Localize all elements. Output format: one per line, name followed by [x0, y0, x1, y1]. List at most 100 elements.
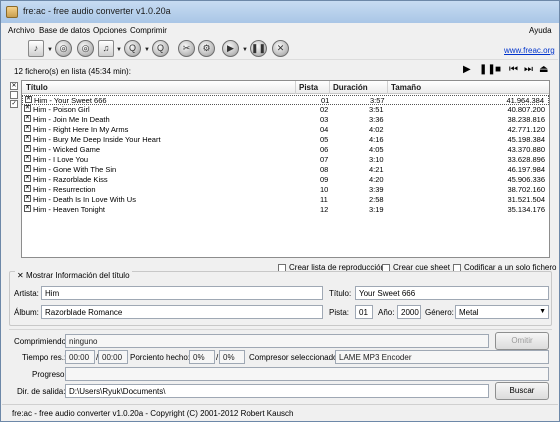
previous-icon[interactable]: ⏮: [509, 64, 518, 75]
table-row[interactable]: ✕ Him - Bury Me Deep Inside Your Heart 05 4…: [22, 135, 549, 145]
remove-icon[interactable]: ◎: [77, 40, 94, 57]
cddb-query-icon[interactable]: Q: [124, 40, 141, 57]
skip-button[interactable]: Omitir: [495, 332, 549, 350]
col-title[interactable]: Título: [26, 83, 48, 92]
table-row[interactable]: ✕ Him - Gone With The Sin 08 4:21 46.197.984: [22, 165, 549, 175]
title-field[interactable]: Your Sweet 666: [355, 286, 549, 300]
row-checkbox[interactable]: ✕: [24, 135, 31, 142]
artist-field[interactable]: Him: [41, 286, 323, 300]
row-size: 45.906.336: [507, 175, 545, 184]
table-row[interactable]: ✕ Him - Razorblade Kiss 09 4:20 45.906.336: [22, 175, 549, 185]
row-duration: 3:57: [370, 96, 385, 105]
title-label: Título:: [329, 289, 352, 298]
compressing-label: Comprimiendo:: [14, 337, 69, 346]
row-checkbox[interactable]: ✕: [24, 195, 31, 202]
table-row[interactable]: ✕ Him - Join Me In Death 03 3:36 38.238.816: [22, 115, 549, 125]
progress-bar: [65, 367, 549, 381]
add-files-icon[interactable]: ♪: [28, 40, 44, 57]
chevron-down-icon[interactable]: ▼: [47, 47, 53, 53]
pause-icon[interactable]: ❚❚: [250, 40, 267, 57]
track-field[interactable]: 01: [355, 305, 373, 319]
genre-label: Género:: [425, 308, 454, 317]
row-checkbox[interactable]: ✕: [24, 155, 31, 162]
table-row[interactable]: ✕ Him - Poison Girl 02 3:51 40.807.200: [22, 105, 549, 115]
menu-ayuda[interactable]: Ayuda: [529, 26, 552, 35]
pause-icon[interactable]: ❚❚: [479, 64, 496, 75]
row-track: 08: [320, 165, 329, 174]
row-title: Him - Razorblade Kiss: [33, 175, 108, 184]
browse-button[interactable]: Buscar: [495, 382, 549, 400]
row-checkbox[interactable]: ✕: [24, 205, 31, 212]
stop-icon[interactable]: ✕: [272, 40, 289, 57]
row-size: 46.197.984: [507, 165, 545, 174]
row-checkbox[interactable]: ✕: [24, 185, 31, 192]
joblist-table[interactable]: Título Pista Duración Tamaño ✕ Him - Your…: [21, 80, 550, 258]
edit-file-icon[interactable]: ♫: [98, 40, 114, 57]
row-size: 41.964.384: [506, 96, 544, 105]
title-info-toggle[interactable]: ✕ Mostrar Información del título: [15, 271, 132, 280]
row-checkbox[interactable]: ✕: [24, 125, 31, 132]
row-checkbox[interactable]: ✕: [24, 175, 31, 182]
row-size: 38.702.160: [507, 185, 545, 194]
col-size[interactable]: Tamaño: [391, 83, 421, 92]
table-row[interactable]: ✕ Him - Your Sweet 666 01 3:57 41.964.384: [22, 95, 549, 105]
stop-icon[interactable]: ■: [495, 64, 501, 75]
row-checkbox[interactable]: ✕: [24, 165, 31, 172]
genre-select[interactable]: Metal ▼: [455, 305, 549, 319]
row-track: 06: [320, 145, 329, 154]
menu-base-de-datos[interactable]: Base de datos: [39, 26, 90, 35]
encoder-label: Compresor seleccionado:: [249, 353, 340, 362]
album-label: Álbum:: [14, 308, 39, 317]
row-title: Him - Bury Me Deep Inside Your Heart: [33, 135, 161, 144]
toggle-selection-checkbox[interactable]: ✓: [10, 100, 18, 108]
menu-comprimir[interactable]: Comprimir: [130, 26, 167, 35]
row-checkbox[interactable]: ✕: [24, 115, 31, 122]
row-title: Him - Gone With The Sin: [33, 165, 117, 174]
table-row[interactable]: ✕ Him - Death Is In Love With Us 11 2:58 31.…: [22, 195, 549, 205]
album-field[interactable]: Razorblade Romance: [41, 305, 323, 319]
row-title: Him - Heaven Tonight: [33, 205, 105, 214]
cd-icon[interactable]: ◎: [55, 40, 72, 57]
play-encode-icon[interactable]: ▶: [222, 40, 239, 57]
compressing-field: ninguno: [65, 334, 489, 348]
output-dir-field[interactable]: D:\Users\Ryuk\Documents\: [65, 384, 489, 398]
row-title: Him - Right Here In My Arms: [33, 125, 129, 134]
app-window: fre:ac - free audio converter v1.0.20a A…: [0, 0, 560, 422]
row-size: 45.198.384: [507, 135, 545, 144]
row-title: Him - Wicked Game: [33, 145, 101, 154]
chevron-down-icon[interactable]: ▼: [116, 47, 122, 53]
gear-icon[interactable]: ⚙: [198, 40, 215, 57]
track-label: Pista:: [329, 308, 350, 317]
table-row[interactable]: ✕ Him - Wicked Game 06 4:05 43.370.880: [22, 145, 549, 155]
select-none-checkbox[interactable]: [10, 91, 18, 99]
chevron-down-icon[interactable]: ▼: [242, 47, 248, 53]
table-row[interactable]: ✕ Him - Heaven Tonight 12 3:19 35.134.176: [22, 205, 549, 215]
row-checkbox[interactable]: ✕: [24, 105, 31, 112]
cddb-submit-icon[interactable]: Q: [152, 40, 169, 57]
table-row[interactable]: ✕ Him - I Love You 07 3:10 33.628.896: [22, 155, 549, 165]
row-duration: 3:36: [369, 115, 384, 124]
eject-icon[interactable]: ⏏: [539, 64, 548, 75]
progress-label: Progreso:: [32, 370, 67, 379]
year-field[interactable]: 2000: [397, 305, 421, 319]
select-all-checkbox[interactable]: ✕: [10, 82, 18, 90]
menu-archivo[interactable]: Archivo: [8, 26, 35, 35]
play-icon[interactable]: ▶: [463, 64, 471, 75]
next-icon[interactable]: ⏭: [524, 64, 533, 75]
row-size: 33.628.896: [507, 155, 545, 164]
row-checkbox[interactable]: ✕: [24, 145, 31, 152]
row-title: Him - Join Me In Death: [33, 115, 110, 124]
tools-icon[interactable]: ✂: [178, 40, 195, 57]
website-link[interactable]: www.freac.org: [504, 46, 555, 55]
menu-opciones[interactable]: Opciones: [93, 26, 127, 35]
col-track[interactable]: Pista: [299, 83, 318, 92]
col-duration[interactable]: Duración: [333, 83, 368, 92]
row-checkbox[interactable]: ✕: [25, 96, 32, 103]
row-duration: 4:05: [369, 145, 384, 154]
table-row[interactable]: ✕ Him - Right Here In My Arms 04 4:02 42.771…: [22, 125, 549, 135]
menu-bar: Archivo Base de datos Opciones Comprimir…: [2, 23, 558, 38]
time-left-label: Tiempo res.:: [22, 353, 67, 362]
app-icon: [6, 6, 18, 18]
table-row[interactable]: ✕ Him - Resurrection 10 3:39 38.702.160: [22, 185, 549, 195]
chevron-down-icon[interactable]: ▼: [144, 47, 150, 53]
